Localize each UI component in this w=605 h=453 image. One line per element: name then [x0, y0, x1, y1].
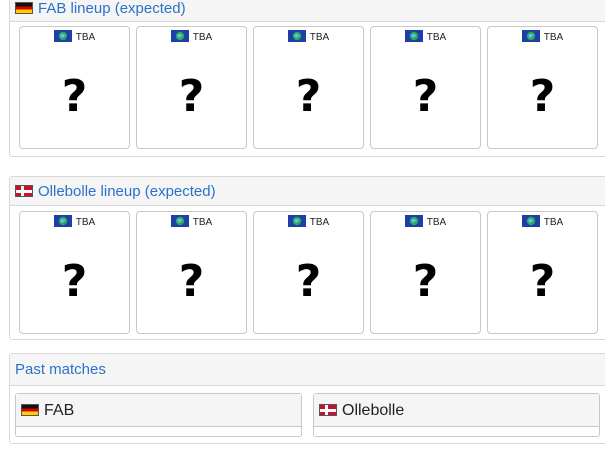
player-region-label: TBA — [426, 32, 447, 43]
globe-flag-icon — [404, 30, 423, 42]
player-card[interactable]: TBA ? — [370, 26, 481, 149]
player-card[interactable]: TBA ? — [136, 211, 247, 334]
globe-flag-icon — [170, 215, 189, 227]
player-region-label: TBA — [75, 32, 96, 43]
lineup-header-fab: FAB lineup (expected) — [10, 0, 605, 22]
lineup-panel-fab: FAB lineup (expected) TBA ? TBA ? TBA ? — [9, 0, 605, 157]
player-region-label: TBA — [543, 32, 564, 43]
player-region-label: TBA — [192, 217, 213, 228]
unknown-player-placeholder: ? — [61, 256, 88, 307]
globe-flag-icon — [521, 30, 540, 42]
player-region-label: TBA — [543, 217, 564, 228]
lineup-panel-ollebolle: Ollebolle lineup (expected) TBA ? TBA ? … — [9, 176, 605, 340]
unknown-player-placeholder: ? — [529, 256, 556, 307]
team-name: Ollebolle — [342, 402, 405, 419]
player-region: TBA — [20, 30, 129, 43]
unknown-player-placeholder: ? — [529, 71, 556, 122]
lineups-page: FAB lineup (expected) TBA ? TBA ? TBA ? — [0, 0, 605, 453]
player-region: TBA — [137, 30, 246, 43]
team-header: Ollebolle — [314, 394, 599, 427]
unknown-player-placeholder: ? — [412, 256, 439, 307]
player-card[interactable]: TBA ? — [487, 211, 598, 334]
germany-flag-icon — [15, 2, 33, 14]
past-matches-team-ollebolle[interactable]: Ollebolle — [313, 393, 600, 437]
player-region: TBA — [488, 215, 597, 228]
player-card[interactable]: TBA ? — [487, 26, 598, 149]
lineup-header-ollebolle: Ollebolle lineup (expected) — [10, 177, 605, 206]
denmark-flag-icon — [319, 404, 337, 416]
lineup-title[interactable]: FAB lineup (expected) — [38, 0, 186, 17]
player-region: TBA — [371, 30, 480, 43]
unknown-player-placeholder: ? — [295, 256, 322, 307]
unknown-player-placeholder: ? — [178, 71, 205, 122]
player-region: TBA — [488, 30, 597, 43]
past-matches-title: Past matches — [15, 361, 106, 378]
player-region-label: TBA — [75, 217, 96, 228]
globe-flag-icon — [170, 30, 189, 42]
globe-flag-icon — [287, 215, 306, 227]
player-card[interactable]: TBA ? — [253, 211, 364, 334]
unknown-player-placeholder: ? — [178, 256, 205, 307]
player-card[interactable]: TBA ? — [19, 26, 130, 149]
germany-flag-icon — [21, 404, 39, 416]
player-region: TBA — [137, 215, 246, 228]
globe-flag-icon — [53, 215, 72, 227]
globe-flag-icon — [53, 30, 72, 42]
player-card[interactable]: TBA ? — [370, 211, 481, 334]
globe-flag-icon — [287, 30, 306, 42]
player-region-label: TBA — [309, 217, 330, 228]
denmark-flag-icon — [15, 185, 33, 197]
player-card[interactable]: TBA ? — [253, 26, 364, 149]
globe-flag-icon — [521, 215, 540, 227]
unknown-player-placeholder: ? — [412, 71, 439, 122]
unknown-player-placeholder: ? — [295, 71, 322, 122]
player-region: TBA — [254, 30, 363, 43]
player-card[interactable]: TBA ? — [19, 211, 130, 334]
past-matches-team-fab[interactable]: FAB — [15, 393, 302, 437]
globe-flag-icon — [404, 215, 423, 227]
unknown-player-placeholder: ? — [61, 71, 88, 122]
past-matches-header: Past matches — [10, 354, 605, 386]
player-region-label: TBA — [192, 32, 213, 43]
lineup-title[interactable]: Ollebolle lineup (expected) — [38, 183, 216, 200]
player-region: TBA — [371, 215, 480, 228]
player-region: TBA — [254, 215, 363, 228]
player-region-label: TBA — [426, 217, 447, 228]
player-region-label: TBA — [309, 32, 330, 43]
team-header: FAB — [16, 394, 301, 427]
past-matches-panel: Past matches FAB Ollebolle — [9, 353, 605, 444]
team-name: FAB — [44, 402, 75, 419]
player-region: TBA — [20, 215, 129, 228]
player-card[interactable]: TBA ? — [136, 26, 247, 149]
